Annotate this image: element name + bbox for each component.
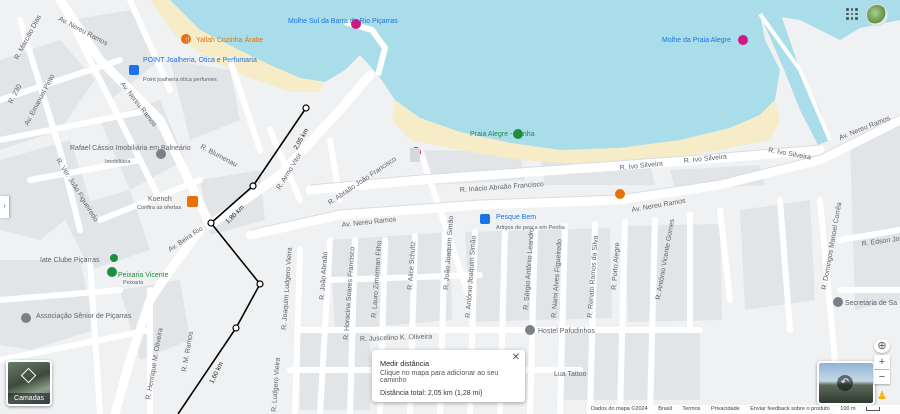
collapse-side-panel-button[interactable]: › [0, 196, 9, 218]
street-view-preview[interactable]: ↶ [817, 361, 875, 405]
pegman-icon[interactable]: ♟ [876, 389, 888, 403]
place-label: Artigos de pesca em Penha [496, 225, 566, 231]
terms-link[interactable]: Termos [682, 406, 700, 412]
place-icon[interactable] [21, 313, 31, 323]
scale-bar [866, 406, 881, 411]
account-avatar[interactable] [866, 4, 888, 26]
place-label[interactable]: Koench [148, 196, 172, 203]
poi-glyphs: 🍴 [184, 36, 191, 44]
map-data-credit: Dados do mapa ©2024 [591, 406, 648, 412]
beach-icon[interactable] [513, 129, 523, 139]
place-label[interactable]: Hostel Pafudinhos [538, 328, 595, 335]
place-label: Imobiliária [105, 159, 131, 165]
measure-title: Medir distância [380, 359, 430, 368]
zoom-in-button[interactable]: + [874, 355, 890, 369]
place-label: Point joalheria ótica perfumes [143, 77, 217, 83]
google-apps-icon[interactable] [846, 8, 858, 20]
privacy-link[interactable]: Privacidade [711, 406, 740, 412]
place-icon[interactable] [525, 325, 535, 335]
shopping-icon[interactable] [129, 65, 139, 75]
measure-point[interactable] [249, 182, 257, 190]
place-label: Peixaria [123, 280, 144, 286]
place-label: Confira as ofertas [137, 205, 181, 211]
attribution-bar: Dados do mapa ©2024 Brasil Termos Privac… [588, 405, 900, 414]
place-label[interactable]: Molhe da Praia Alegre [662, 37, 731, 44]
place-label[interactable]: Pesque Bem [496, 214, 536, 221]
business-icon[interactable] [156, 149, 166, 159]
feedback-link[interactable]: Enviar feedback sobre o produto [750, 406, 830, 412]
building-icon [410, 148, 420, 162]
measure-total: Distância total: 2,05 km (1,28 mi) [380, 390, 483, 397]
restaurant-icon[interactable] [615, 189, 625, 199]
place-label[interactable]: Secretaria de Sa [845, 300, 897, 307]
place-label[interactable]: Iate Clube Piçarras [40, 257, 100, 264]
place-label[interactable]: Yallah Cozinha Árabe [196, 35, 263, 44]
measure-point[interactable] [207, 219, 215, 227]
place-label[interactable]: Molhe Sul da Barra do Rio Piçarras [288, 18, 398, 25]
layers-button[interactable]: Camadas [6, 360, 52, 406]
measure-point[interactable] [256, 280, 264, 288]
layers-label: Camadas [8, 393, 50, 404]
layers-icon [20, 367, 37, 384]
park-icon[interactable] [110, 254, 118, 262]
place-label[interactable]: Associação Sênior de Piçarras [36, 313, 132, 320]
scale-label: 100 m [840, 406, 856, 412]
svg-text:🍴: 🍴 [184, 36, 191, 44]
measure-hint: Clique no mapa para adicionar ao seu cam… [380, 370, 499, 384]
rotate-arrow-icon: ↶ [837, 375, 853, 391]
measure-distance-panel: ✕ Medir distância Clique no mapa para ad… [372, 350, 525, 402]
store-icon[interactable] [107, 267, 117, 277]
place-label[interactable]: Lua Tattoo [554, 371, 587, 378]
measure-point[interactable] [232, 324, 240, 332]
place-label[interactable]: Peixaria Vicente [118, 272, 169, 279]
close-icon[interactable]: ✕ [512, 352, 520, 363]
zoom-out-button[interactable]: − [874, 370, 890, 384]
place-icon[interactable] [833, 297, 843, 307]
shopping-icon[interactable] [480, 214, 490, 224]
place-label[interactable]: POINT Joalheria, Ótica e Perfumaria [143, 55, 257, 64]
place-label[interactable]: Praia Alegre - Penha [470, 131, 535, 138]
my-location-button[interactable]: ⊕ [874, 339, 890, 353]
photo-spot-icon[interactable] [738, 35, 748, 45]
country-link[interactable]: Brasil [658, 406, 672, 412]
store-icon[interactable] [187, 196, 198, 207]
place-label[interactable]: Rafael Cássio Imobiliária em Balneário [70, 145, 191, 152]
measure-point[interactable] [302, 104, 310, 112]
photo-spot-icon[interactable] [351, 19, 361, 29]
